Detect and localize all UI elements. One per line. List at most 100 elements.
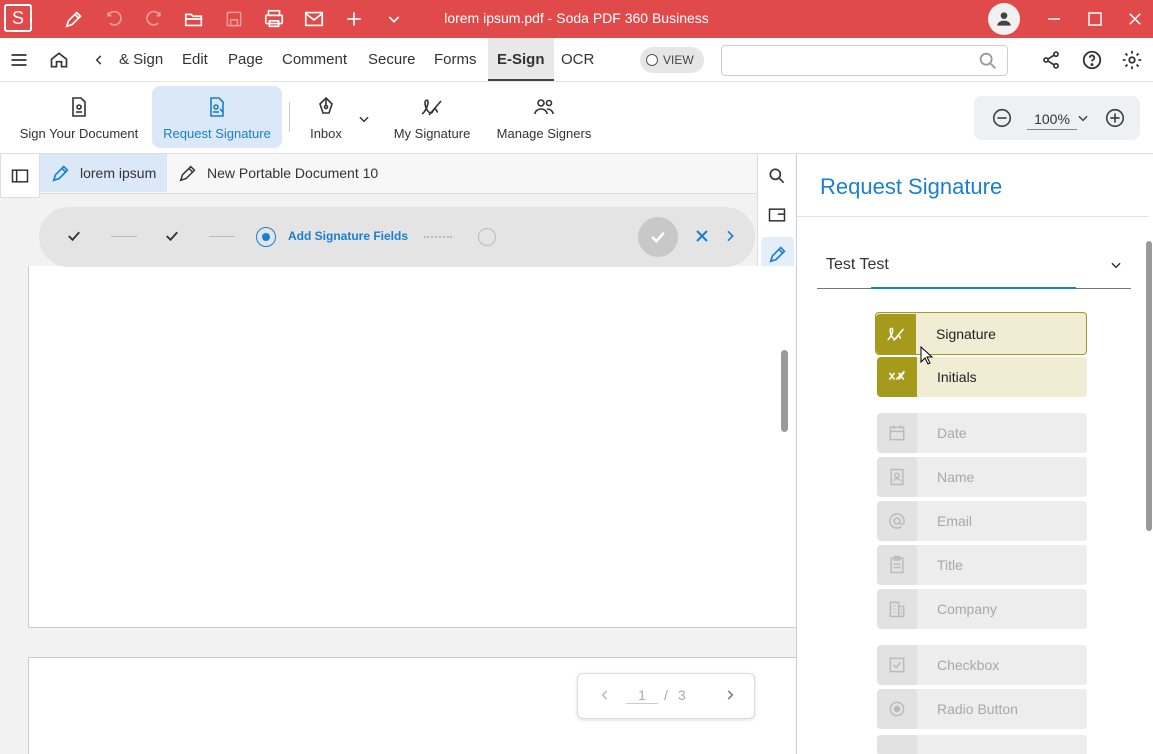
- request-signature-icon: [204, 94, 230, 120]
- field-checkbox: Checkbox: [877, 645, 1087, 685]
- field-label: Date: [937, 425, 967, 441]
- app-logo: S: [4, 4, 32, 32]
- field-initials[interactable]: Initials: [877, 357, 1087, 397]
- menu-item-sign[interactable]: & Sign: [119, 38, 163, 81]
- gear-icon[interactable]: [1120, 48, 1144, 72]
- search-icon[interactable]: [977, 50, 999, 72]
- maximize-icon[interactable]: [1083, 7, 1107, 31]
- menu-item-forms[interactable]: Forms: [434, 38, 477, 81]
- sidebar-toggle-icon[interactable]: [0, 154, 40, 198]
- field-partial-icon: [877, 735, 917, 754]
- hamburger-menu-icon[interactable]: [7, 48, 31, 72]
- ribbon-label: Inbox: [310, 126, 342, 141]
- chevron-left-icon[interactable]: [87, 48, 111, 72]
- user-avatar-icon[interactable]: [988, 3, 1020, 35]
- menu-item-secure[interactable]: Secure: [368, 38, 416, 81]
- pen-icon: [50, 162, 72, 184]
- panel-divider: [797, 216, 1149, 217]
- document-tabs: lorem ipsum New Portable Document 10: [0, 154, 757, 198]
- building-icon: [877, 589, 917, 629]
- manage-signers-button[interactable]: Manage Signers: [490, 86, 598, 148]
- step-connector: [209, 236, 235, 237]
- field-signature[interactable]: Signature: [875, 312, 1087, 355]
- signature-icon: [876, 313, 916, 354]
- sign-your-document-button[interactable]: Sign Your Document: [14, 86, 144, 148]
- inbox-dropdown-icon[interactable]: [357, 112, 371, 126]
- inbox-button[interactable]: Inbox: [300, 86, 352, 148]
- view-label: VIEW: [663, 53, 694, 67]
- print-icon[interactable]: [262, 7, 286, 31]
- pending-step-icon: [478, 228, 496, 246]
- field-date: Date: [877, 413, 1087, 453]
- workflow-stepper: Add Signature Fields: [39, 207, 755, 267]
- title-bar: S lorem ipsum.pdf - Soda PDF 360 Busines…: [0, 0, 1153, 38]
- search-icon[interactable]: [765, 164, 789, 188]
- plus-icon[interactable]: [342, 7, 366, 31]
- panel-title: Request Signature: [820, 174, 1003, 199]
- signer-select[interactable]: Test Test: [817, 241, 1131, 289]
- field-label: Name: [937, 469, 975, 485]
- share-icon[interactable]: [1039, 48, 1063, 72]
- tab-new-portable-document[interactable]: New Portable Document 10: [167, 154, 388, 192]
- help-icon[interactable]: [1080, 48, 1104, 72]
- document-page-1: [28, 266, 796, 628]
- menu-item-esign[interactable]: E-Sign: [488, 38, 554, 81]
- next-page-icon[interactable]: [723, 688, 737, 702]
- confirm-button[interactable]: [638, 217, 678, 257]
- field-email: Email: [877, 501, 1087, 541]
- menu-item-ocr[interactable]: OCR: [561, 38, 594, 81]
- close-window-icon[interactable]: [1123, 7, 1147, 31]
- radio-icon: [877, 689, 917, 729]
- search-input[interactable]: [721, 45, 1008, 76]
- menu-item-comment[interactable]: Comment: [282, 38, 347, 81]
- close-icon[interactable]: [692, 226, 712, 246]
- zoom-out-icon[interactable]: [991, 107, 1013, 129]
- redo-icon[interactable]: [142, 7, 166, 31]
- menu-item-page[interactable]: Page: [228, 38, 263, 81]
- open-folder-icon[interactable]: [182, 7, 206, 31]
- request-signature-button[interactable]: Request Signature: [152, 86, 282, 148]
- zoom-level[interactable]: 100%: [1027, 108, 1077, 130]
- zoom-in-icon[interactable]: [1104, 107, 1126, 129]
- current-step-label: Add Signature Fields: [288, 229, 409, 243]
- zoom-control: 100%: [974, 96, 1140, 140]
- field-label: Radio Button: [937, 701, 1018, 717]
- users-icon: [531, 94, 557, 120]
- chevron-down-icon: [1109, 258, 1123, 272]
- page-total: 3: [678, 687, 686, 703]
- menu-item-edit[interactable]: Edit: [182, 38, 208, 81]
- signature-icon: [419, 94, 445, 120]
- pen-icon: [177, 162, 199, 184]
- toggle-dot: [646, 54, 658, 66]
- view-toggle[interactable]: VIEW: [640, 47, 704, 73]
- page-number-input[interactable]: 1: [626, 687, 658, 704]
- pen-icon[interactable]: [62, 7, 86, 31]
- field-partial: [877, 735, 1087, 754]
- chevron-down-icon[interactable]: [382, 7, 406, 31]
- step-complete-check-icon: [65, 227, 83, 245]
- side-tools: [757, 154, 796, 276]
- ribbon-toolbar: Sign Your Document Request Signature Inb…: [0, 82, 1153, 154]
- document-scrollbar[interactable]: [781, 350, 788, 432]
- minimize-icon[interactable]: [1042, 7, 1066, 31]
- zoom-dropdown-icon[interactable]: [1076, 111, 1090, 125]
- mail-icon[interactable]: [302, 7, 326, 31]
- pen-nib-icon: [313, 94, 339, 120]
- home-icon[interactable]: [47, 48, 71, 72]
- field-title: Title: [877, 545, 1087, 585]
- field-label: Initials: [937, 369, 977, 385]
- undo-icon[interactable]: [102, 7, 126, 31]
- field-label: Email: [937, 513, 973, 529]
- tab-lorem-ipsum[interactable]: lorem ipsum: [40, 154, 167, 192]
- save-icon[interactable]: [222, 7, 246, 31]
- my-signature-button[interactable]: My Signature: [386, 86, 478, 148]
- id-card-icon: [877, 457, 917, 497]
- panel-icon[interactable]: [765, 203, 789, 227]
- panel-scrollbar[interactable]: [1146, 241, 1152, 531]
- tab-label: lorem ipsum: [80, 165, 157, 181]
- tab-label: New Portable Document 10: [207, 165, 379, 181]
- document-area: lorem ipsum New Portable Document 10 Add…: [0, 154, 796, 754]
- prev-page-icon[interactable]: [598, 688, 612, 702]
- chevron-right-icon[interactable]: [722, 228, 738, 244]
- step-connector: [111, 236, 137, 237]
